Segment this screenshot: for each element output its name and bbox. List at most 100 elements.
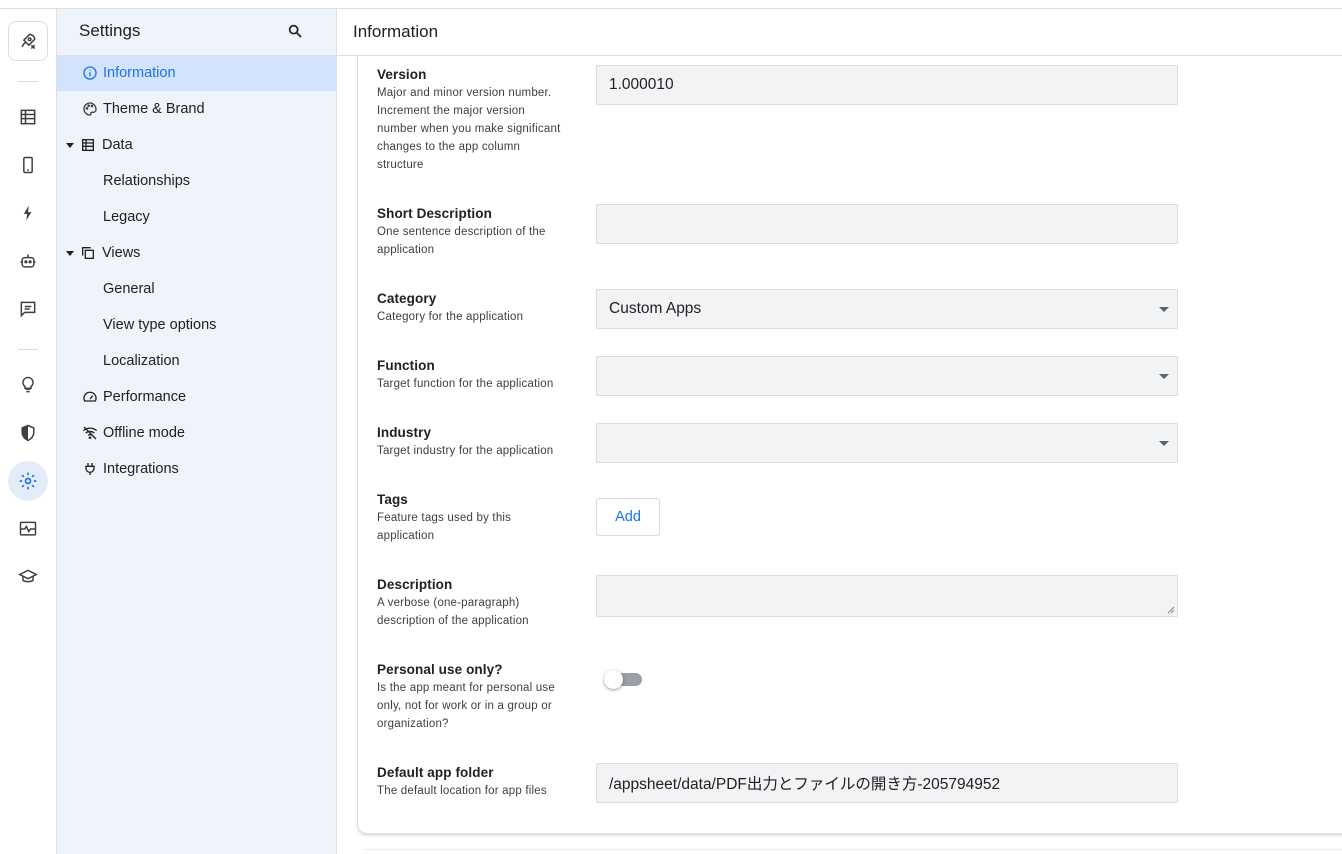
- field-desc: Increment the major version: [377, 105, 525, 117]
- app-root: Settings Information Theme & Brand Data …: [0, 0, 1342, 854]
- industry-select[interactable]: [596, 423, 1178, 463]
- gear-icon[interactable]: [8, 461, 48, 501]
- field-desc: number when you make significant: [377, 123, 561, 135]
- table-icon[interactable]: [8, 97, 48, 137]
- field-desc: changes to the app column: [377, 141, 521, 153]
- nav-item-information[interactable]: Information: [57, 55, 336, 91]
- field-title: Description: [377, 577, 453, 592]
- field-desc: Feature tags used by this: [377, 512, 512, 524]
- nav-item-label: Relationships: [103, 173, 191, 189]
- nav-item-data[interactable]: Data: [57, 127, 336, 163]
- settings-nav: Settings Information Theme & Brand Data …: [57, 9, 337, 854]
- lightbulb-icon[interactable]: [8, 365, 48, 405]
- rocket-icon[interactable]: [8, 21, 48, 61]
- nav-item-localization[interactable]: Localization: [57, 343, 336, 379]
- personal-use-toggle[interactable]: [604, 669, 644, 689]
- short-description-label: Short Description One sentence descripti…: [377, 205, 582, 259]
- field-title: Personal use only?: [377, 662, 503, 677]
- dropdown-arrow-icon: [1159, 441, 1169, 446]
- search-icon[interactable]: [285, 21, 305, 41]
- version-label: Version Major and minor version number. …: [377, 66, 582, 174]
- field-title: Function: [377, 358, 435, 373]
- nav-item-performance[interactable]: Performance: [57, 379, 336, 415]
- nav-item-label: View type options: [103, 317, 217, 333]
- robot-icon[interactable]: [8, 241, 48, 281]
- field-desc: structure: [377, 159, 424, 171]
- field-desc: only, not for work or in a group or: [377, 700, 552, 712]
- function-label: Function Target function for the applica…: [377, 357, 582, 393]
- caret-down-icon[interactable]: [65, 248, 75, 258]
- field-desc: application: [377, 244, 435, 256]
- industry-label: Industry Target industry for the applica…: [377, 424, 582, 460]
- add-tag-button[interactable]: Add: [596, 498, 660, 536]
- field-desc: description of the application: [377, 615, 529, 627]
- personal-use-label: Personal use only? Is the app meant for …: [377, 661, 582, 733]
- field-desc: A verbose (one-paragraph): [377, 597, 520, 609]
- function-select[interactable]: [596, 356, 1178, 396]
- nav-item-label: Integrations: [103, 461, 179, 477]
- resize-grip-icon[interactable]: [1167, 606, 1175, 614]
- field-desc: organization?: [377, 718, 449, 730]
- default-folder-value: /appsheet/data/PDF出力とファイルの開き方-205794952: [609, 776, 1001, 793]
- nav-title: Settings: [79, 21, 141, 40]
- nav-item-label: Information: [103, 65, 176, 81]
- nav-item-relationships[interactable]: Relationships: [57, 163, 336, 199]
- nav-item-general[interactable]: General: [57, 271, 336, 307]
- category-label: Category Category for the application: [377, 290, 582, 326]
- nav-item-view-type-options[interactable]: View type options: [57, 307, 336, 343]
- phone-icon[interactable]: [8, 145, 48, 185]
- field-desc: Is the app meant for personal use: [377, 682, 555, 694]
- speedometer-icon: [81, 388, 99, 406]
- field-desc: Category for the application: [377, 311, 524, 323]
- nav-item-label: General: [103, 281, 155, 297]
- nav-item-label: Performance: [103, 389, 187, 405]
- short-description-input[interactable]: [596, 204, 1178, 244]
- category-value: Custom Apps: [609, 300, 702, 317]
- nav-item-theme-brand[interactable]: Theme & Brand: [57, 91, 336, 127]
- plug-icon: [81, 460, 99, 478]
- bolt-icon[interactable]: [8, 193, 48, 233]
- graduation-cap-icon[interactable]: [8, 557, 48, 597]
- version-input[interactable]: 1.000010: [596, 65, 1178, 105]
- page-title: Information: [353, 22, 439, 41]
- info-icon: [81, 64, 99, 82]
- field-desc: Target function for the application: [377, 378, 554, 390]
- chat-icon[interactable]: [8, 289, 48, 329]
- category-select[interactable]: Custom Apps: [596, 289, 1178, 329]
- field-title: Industry: [377, 425, 432, 440]
- field-desc: Major and minor version number.: [377, 87, 552, 99]
- field-title: Short Description: [377, 206, 492, 221]
- nav-item-label: Views: [102, 245, 141, 261]
- wifi-off-icon: [81, 424, 99, 442]
- nav-item-label: Theme & Brand: [103, 101, 205, 117]
- field-title: Version: [377, 67, 427, 82]
- default-folder-input[interactable]: /appsheet/data/PDF出力とファイルの開き方-205794952: [596, 763, 1178, 803]
- shield-icon[interactable]: [8, 413, 48, 453]
- monitor-pulse-icon[interactable]: [8, 509, 48, 549]
- rail-divider: [18, 81, 38, 82]
- field-desc: application: [377, 530, 435, 542]
- nav-item-integrations[interactable]: Integrations: [57, 451, 336, 487]
- nav-item-offline-mode[interactable]: Offline mode: [57, 415, 336, 451]
- field-title: Category: [377, 291, 437, 306]
- nav-item-label: Data: [102, 137, 133, 153]
- nav-item-legacy[interactable]: Legacy: [57, 199, 336, 235]
- dropdown-arrow-icon: [1159, 307, 1169, 312]
- nav-item-label: Offline mode: [103, 425, 185, 441]
- nav-item-views[interactable]: Views: [57, 235, 336, 271]
- caret-down-icon[interactable]: [65, 140, 75, 150]
- version-value: 1.000010: [609, 76, 674, 93]
- rail-divider: [18, 349, 38, 350]
- field-title: Tags: [377, 492, 408, 507]
- field-desc: The default location for app files: [377, 785, 547, 797]
- toggle-thumb: [604, 670, 623, 689]
- field-title: Default app folder: [377, 765, 494, 780]
- description-label: Description A verbose (one-paragraph) de…: [377, 576, 582, 630]
- default-folder-label: Default app folder The default location …: [377, 764, 582, 800]
- dropdown-arrow-icon: [1159, 374, 1169, 379]
- page-header: Information: [337, 9, 1342, 56]
- nav-item-label: Legacy: [103, 209, 150, 225]
- table-icon: [79, 136, 97, 154]
- copy-icon: [79, 244, 97, 262]
- description-textarea[interactable]: [596, 575, 1178, 617]
